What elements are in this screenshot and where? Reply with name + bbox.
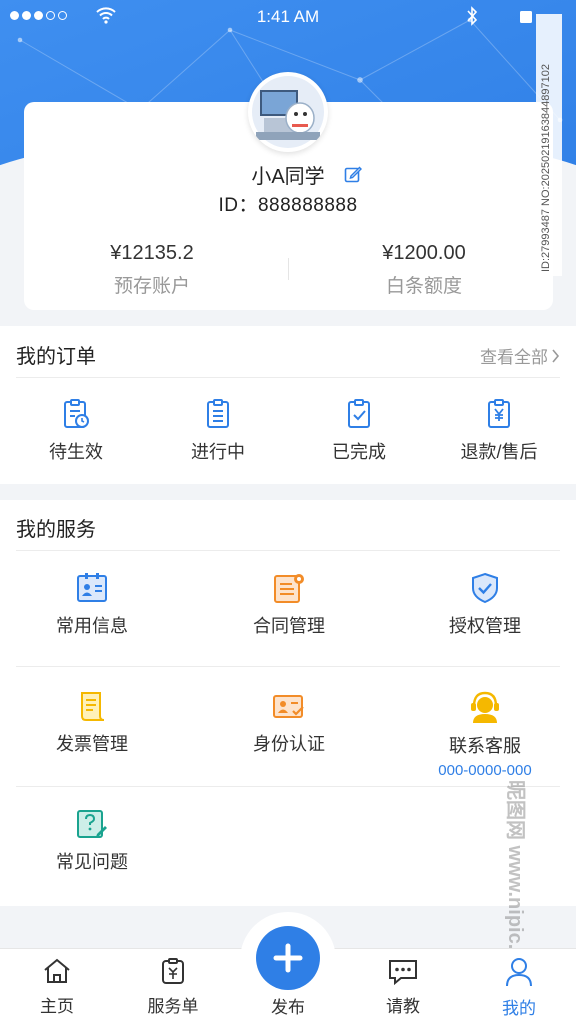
tab-consult[interactable]: 请教 [358,957,448,1017]
services-section: 我的服务 常用信息 合同管理 授权管理 发票管理 身份认证 联系客服 000-0… [0,500,576,906]
contract-gear-icon [274,574,304,603]
service-customer-support[interactable]: 联系客服 000-0000-000 [425,690,545,779]
view-all-orders-link[interactable]: 查看全部 [480,343,560,368]
service-identity[interactable]: 身份认证 [229,690,349,756]
credit-balance[interactable]: ¥1200.00 白条额度 [304,242,544,298]
tab-service-orders[interactable]: 服务单 [128,957,218,1017]
tab-label: 主页 [40,997,74,1016]
avatar-illustration [252,76,324,148]
clipboard-yen-icon [488,399,510,428]
order-pending[interactable]: 待生效 [26,398,126,464]
service-authorization[interactable]: 授权管理 [425,572,545,638]
username: 小A同学 [251,166,325,188]
id-watermark: ID:27993487 NO:20250219163844897102 [536,14,562,276]
balance-label: 白条额度 [385,276,462,297]
invoice-icon [81,692,105,721]
service-invoice[interactable]: 发票管理 [32,690,152,756]
order-label: 退款/售后 [460,442,538,462]
clipboard-list-icon [207,399,229,428]
user-icon [506,958,532,987]
view-all-label: 查看全部 [480,348,548,367]
service-faq[interactable]: 常见问题 [32,808,152,874]
balance-value: ¥12135.2 [110,242,194,264]
support-phone[interactable]: 000-0000-000 [425,762,545,779]
tab-label: 服务单 [147,997,199,1016]
orders-section: 我的订单 查看全部 待生效 进行中 已完成 退款/售后 [0,326,576,484]
orders-divider [16,377,560,378]
service-label: 常见问题 [56,852,128,872]
order-label: 已完成 [332,442,386,462]
service-label: 常用信息 [56,616,128,636]
tab-home[interactable]: 主页 [12,957,102,1017]
id-card-icon [77,573,107,602]
orders-title: 我的订单 [16,346,96,368]
status-bar: 1:41 AM [0,0,576,34]
identity-card-icon [273,695,304,718]
service-row-divider [16,666,560,667]
faq-doc-icon [77,810,107,838]
publish-button[interactable] [256,926,320,990]
order-label: 待生效 [49,442,103,462]
service-label: 身份认证 [253,734,325,754]
service-label: 合同管理 [253,616,325,636]
service-label: 发票管理 [56,734,128,754]
tab-label: 请教 [386,997,420,1016]
services-divider [16,550,560,551]
service-label: 授权管理 [449,616,521,636]
shield-check-icon [472,572,498,604]
chat-icon [389,960,417,986]
services-title: 我的服务 [16,519,96,541]
order-label: 进行中 [191,442,245,462]
headset-agent-icon [471,691,499,723]
chevron-right-icon [552,348,560,363]
service-row-divider [16,786,560,787]
service-contract[interactable]: 合同管理 [229,572,349,638]
clipboard-clock-icon [64,399,89,428]
service-common-info[interactable]: 常用信息 [32,572,152,638]
service-order-icon [162,958,184,984]
plus-icon [273,943,303,973]
prepaid-balance[interactable]: ¥12135.2 预存账户 [32,242,272,298]
service-label: 联系客服 [449,736,521,756]
tab-mine[interactable]: 我的 [474,957,564,1019]
balance-value: ¥1200.00 [382,242,466,264]
tab-label: 我的 [502,999,536,1018]
order-refund[interactable]: 退款/售后 [449,398,549,464]
user-id: ID：888888888 [218,195,358,216]
bluetooth-icon [467,6,478,26]
order-in-progress[interactable]: 进行中 [168,398,268,464]
balance-divider [288,258,289,280]
publish-label: 发布 [271,998,305,1017]
watermark-text: ID:27993487 NO:20250219163844897102 [540,64,552,272]
balance-label: 预存账户 [113,276,190,297]
edit-icon[interactable] [344,165,362,183]
home-icon [44,958,70,983]
clipboard-check-icon [348,399,370,428]
battery-icon [520,11,532,23]
status-time: 1:41 AM [256,7,320,26]
order-completed[interactable]: 已完成 [309,398,409,464]
avatar[interactable] [248,72,328,152]
